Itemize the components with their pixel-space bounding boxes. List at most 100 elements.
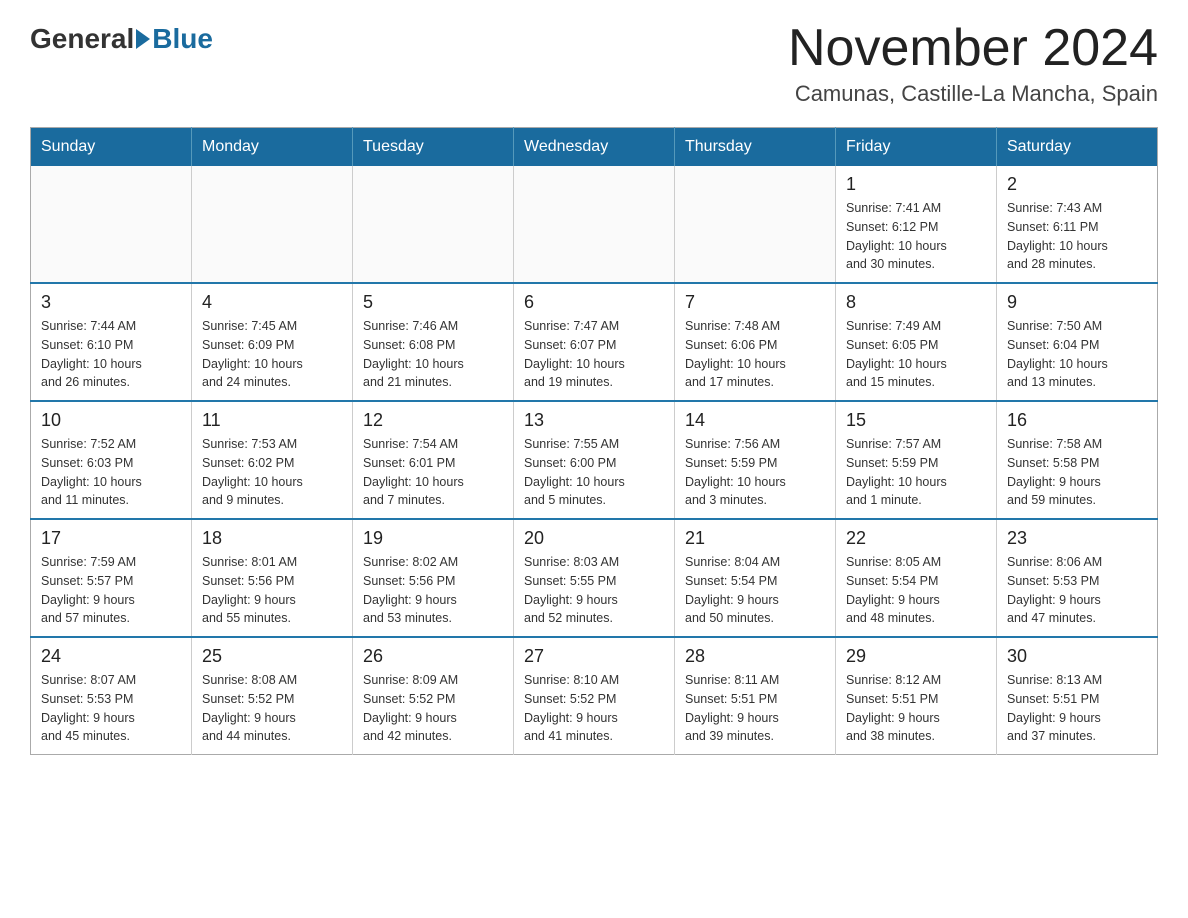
day-info: Sunrise: 8:06 AMSunset: 5:53 PMDaylight:… [1007,553,1147,628]
day-info: Sunrise: 8:05 AMSunset: 5:54 PMDaylight:… [846,553,986,628]
day-number: 30 [1007,646,1147,667]
day-number: 23 [1007,528,1147,549]
table-row: 4Sunrise: 7:45 AMSunset: 6:09 PMDaylight… [192,283,353,401]
day-number: 22 [846,528,986,549]
header-monday: Monday [192,128,353,167]
table-row: 25 Sunrise: 8:08 AMSunset: 5:52 PMDayligh… [192,637,353,755]
table-row: 11 Sunrise: 7:53 AMSunset: 6:02 PMDayligh… [192,401,353,519]
day-number: 28 [685,646,825,667]
day-info: Sunrise: 7:56 AMSunset: 5:59 PMDaylight:… [685,435,825,510]
day-number: 19 [363,528,503,549]
table-row: 28 Sunrise: 8:11 AMSunset: 5:51 PMDayligh… [675,637,836,755]
day-number: 25 [202,646,342,667]
table-row: 18 Sunrise: 8:01 AMSunset: 5:56 PMDayligh… [192,519,353,637]
day-number: 15 [846,410,986,431]
day-info: Sunrise: 7:57 AMSunset: 5:59 PMDaylight:… [846,435,986,510]
logo: General Blue [30,20,213,53]
day-number: 24 [41,646,181,667]
table-row: 19 Sunrise: 8:02 AMSunset: 5:56 PMDayligh… [353,519,514,637]
table-row: 23 Sunrise: 8:06 AMSunset: 5:53 PMDayligh… [997,519,1158,637]
table-row: 5 Sunrise: 7:46 AMSunset: 6:08 PMDaylight… [353,283,514,401]
day-info: Sunrise: 8:01 AMSunset: 5:56 PMDaylight:… [202,553,342,628]
day-number: 2 [1007,174,1147,195]
table-row [31,166,192,283]
header: General Blue November 2024 Camunas, Cast… [30,20,1158,107]
calendar-week-row: 1Sunrise: 7:41 AMSunset: 6:12 PMDaylight… [31,166,1158,283]
day-info: Sunrise: 7:48 AMSunset: 6:06 PMDaylight:… [685,317,825,392]
day-number: 21 [685,528,825,549]
day-number: 5 [363,292,503,313]
day-info: Sunrise: 7:58 AMSunset: 5:58 PMDaylight:… [1007,435,1147,510]
table-row: 6Sunrise: 7:47 AMSunset: 6:07 PMDaylight… [514,283,675,401]
header-thursday: Thursday [675,128,836,167]
day-number: 10 [41,410,181,431]
day-number: 12 [363,410,503,431]
table-row: 10 Sunrise: 7:52 AMSunset: 6:03 PMDayligh… [31,401,192,519]
day-number: 1 [846,174,986,195]
day-info: Sunrise: 7:50 AMSunset: 6:04 PMDaylight:… [1007,317,1147,392]
table-row: 13 Sunrise: 7:55 AMSunset: 6:00 PMDayligh… [514,401,675,519]
day-info: Sunrise: 8:07 AMSunset: 5:53 PMDaylight:… [41,671,181,746]
calendar-week-row: 3 Sunrise: 7:44 AMSunset: 6:10 PMDaylight… [31,283,1158,401]
day-info: Sunrise: 7:46 AMSunset: 6:08 PMDaylight:… [363,317,503,392]
day-number: 8 [846,292,986,313]
day-info: Sunrise: 8:10 AMSunset: 5:52 PMDaylight:… [524,671,664,746]
day-info: Sunrise: 8:04 AMSunset: 5:54 PMDaylight:… [685,553,825,628]
day-number: 3 [41,292,181,313]
table-row: 7 Sunrise: 7:48 AMSunset: 6:06 PMDaylight… [675,283,836,401]
table-row: 2 Sunrise: 7:43 AMSunset: 6:11 PMDaylight… [997,166,1158,283]
day-number: 11 [202,410,342,431]
table-row: 29Sunrise: 8:12 AMSunset: 5:51 PMDayligh… [836,637,997,755]
table-row: 26 Sunrise: 8:09 AMSunset: 5:52 PMDayligh… [353,637,514,755]
logo-arrow-icon [136,29,150,49]
table-row: 12 Sunrise: 7:54 AMSunset: 6:01 PMDayligh… [353,401,514,519]
calendar-week-row: 24 Sunrise: 8:07 AMSunset: 5:53 PMDayligh… [31,637,1158,755]
day-info: Sunrise: 7:54 AMSunset: 6:01 PMDaylight:… [363,435,503,510]
table-row [192,166,353,283]
table-row: 9Sunrise: 7:50 AMSunset: 6:04 PMDaylight… [997,283,1158,401]
table-row: 20Sunrise: 8:03 AMSunset: 5:55 PMDayligh… [514,519,675,637]
table-row [353,166,514,283]
table-row: 14 Sunrise: 7:56 AMSunset: 5:59 PMDayligh… [675,401,836,519]
day-info: Sunrise: 8:11 AMSunset: 5:51 PMDaylight:… [685,671,825,746]
table-row: 16Sunrise: 7:58 AMSunset: 5:58 PMDayligh… [997,401,1158,519]
location-title: Camunas, Castille-La Mancha, Spain [788,81,1158,107]
day-info: Sunrise: 8:13 AMSunset: 5:51 PMDaylight:… [1007,671,1147,746]
day-info: Sunrise: 7:55 AMSunset: 6:00 PMDaylight:… [524,435,664,510]
day-info: Sunrise: 8:12 AMSunset: 5:51 PMDaylight:… [846,671,986,746]
day-info: Sunrise: 8:02 AMSunset: 5:56 PMDaylight:… [363,553,503,628]
day-info: Sunrise: 7:44 AMSunset: 6:10 PMDaylight:… [41,317,181,392]
day-info: Sunrise: 8:09 AMSunset: 5:52 PMDaylight:… [363,671,503,746]
day-info: Sunrise: 7:59 AMSunset: 5:57 PMDaylight:… [41,553,181,628]
logo-general-text: General [30,25,134,53]
day-number: 26 [363,646,503,667]
header-sunday: Sunday [31,128,192,167]
table-row: 22 Sunrise: 8:05 AMSunset: 5:54 PMDayligh… [836,519,997,637]
day-number: 18 [202,528,342,549]
day-info: Sunrise: 7:53 AMSunset: 6:02 PMDaylight:… [202,435,342,510]
month-title: November 2024 [788,20,1158,77]
day-info: Sunrise: 8:08 AMSunset: 5:52 PMDaylight:… [202,671,342,746]
day-number: 14 [685,410,825,431]
day-info: Sunrise: 7:45 AMSunset: 6:09 PMDaylight:… [202,317,342,392]
table-row [675,166,836,283]
table-row: 30 Sunrise: 8:13 AMSunset: 5:51 PMDayligh… [997,637,1158,755]
day-info: Sunrise: 7:52 AMSunset: 6:03 PMDaylight:… [41,435,181,510]
day-number: 17 [41,528,181,549]
day-info: Sunrise: 7:43 AMSunset: 6:11 PMDaylight:… [1007,199,1147,274]
header-tuesday: Tuesday [353,128,514,167]
table-row: 8 Sunrise: 7:49 AMSunset: 6:05 PMDaylight… [836,283,997,401]
day-info: Sunrise: 8:03 AMSunset: 5:55 PMDaylight:… [524,553,664,628]
day-info: Sunrise: 7:47 AMSunset: 6:07 PMDaylight:… [524,317,664,392]
day-number: 7 [685,292,825,313]
calendar-week-row: 10 Sunrise: 7:52 AMSunset: 6:03 PMDayligh… [31,401,1158,519]
day-number: 13 [524,410,664,431]
weekday-header-row: Sunday Monday Tuesday Wednesday Thursday… [31,128,1158,167]
table-row: 1Sunrise: 7:41 AMSunset: 6:12 PMDaylight… [836,166,997,283]
day-info: Sunrise: 7:49 AMSunset: 6:05 PMDaylight:… [846,317,986,392]
header-wednesday: Wednesday [514,128,675,167]
table-row: 24 Sunrise: 8:07 AMSunset: 5:53 PMDayligh… [31,637,192,755]
title-area: November 2024 Camunas, Castille-La Manch… [788,20,1158,107]
calendar-week-row: 17 Sunrise: 7:59 AMSunset: 5:57 PMDayligh… [31,519,1158,637]
logo-blue-text: Blue [152,25,213,53]
